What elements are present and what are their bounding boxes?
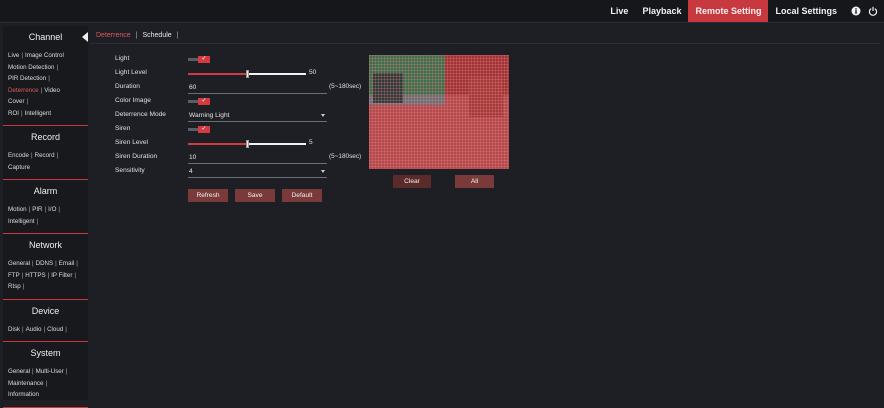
sidebar-item-audio[interactable]: Audio bbox=[26, 326, 42, 333]
sidebar-item-general[interactable]: General bbox=[8, 260, 30, 267]
light-level-slider[interactable] bbox=[188, 70, 306, 78]
sidebar-item-ftp[interactable]: FTP bbox=[8, 272, 20, 279]
sidebar-item-email[interactable]: Email bbox=[59, 260, 74, 267]
color-image-row: Color Image ✓ bbox=[115, 96, 375, 108]
brand-logo bbox=[4, 4, 22, 16]
sidebar-item-record[interactable]: Record bbox=[35, 152, 55, 159]
siren-level-value: 5 bbox=[309, 139, 313, 146]
sidebar: Channel Live | Image Control Motion Detect… bbox=[3, 26, 88, 408]
power-icon[interactable] bbox=[867, 6, 878, 17]
deterrence-mode-row: Deterrence Mode Warning Light bbox=[115, 110, 375, 122]
siren-level-slider[interactable] bbox=[188, 140, 306, 148]
tab-underline bbox=[90, 43, 880, 44]
nav-local-settings[interactable]: Local Settings bbox=[768, 0, 844, 22]
camera-preview[interactable] bbox=[369, 55, 509, 169]
sidebar-item-capture[interactable]: Capture bbox=[8, 164, 30, 171]
duration-row: Duration 60 (5~180sec) bbox=[115, 82, 375, 94]
sidebar-item-rtsp[interactable]: Rtsp bbox=[8, 283, 21, 290]
light-toggle[interactable]: ✓ bbox=[188, 56, 210, 63]
slider-handle[interactable] bbox=[245, 140, 249, 148]
sidebar-channel-items: Live | Image Control Motion Detection | PIR… bbox=[8, 52, 64, 117]
siren-level-row: Siren Level 5 bbox=[115, 138, 375, 150]
refresh-button[interactable]: Refresh bbox=[188, 189, 228, 202]
sidebar-item-encode[interactable]: Encode bbox=[8, 152, 29, 159]
nav-remote-setting[interactable]: Remote Setting bbox=[688, 0, 769, 22]
siren-label: Siren bbox=[115, 125, 131, 132]
color-image-toggle[interactable]: ✓ bbox=[188, 98, 210, 105]
divider bbox=[3, 406, 88, 408]
info-icon[interactable] bbox=[850, 6, 861, 17]
clear-button[interactable]: Clear bbox=[393, 175, 431, 188]
siren-level-label: Siren Level bbox=[115, 139, 148, 146]
sidebar-item-information[interactable]: Information bbox=[8, 391, 39, 398]
sidebar-record-items: Encode | Record | Capture bbox=[8, 152, 59, 171]
sidebar-item-motion-detection[interactable]: Motion Detection bbox=[8, 64, 54, 71]
sidebar-item-ip-filter[interactable]: IP Filter bbox=[51, 272, 72, 279]
light-label: Light bbox=[115, 55, 130, 62]
chevron-down-icon bbox=[321, 170, 325, 173]
sidebar-item-roi[interactable]: ROI bbox=[8, 110, 19, 117]
sidebar-item-disk[interactable]: Disk bbox=[8, 326, 20, 333]
sidebar-alarm-items: Motion | PIR | I/O | Intelligent | bbox=[8, 206, 60, 225]
light-level-row: Light Level 50 bbox=[115, 68, 375, 80]
light-row: Light ✓ bbox=[115, 54, 375, 66]
light-level-value: 50 bbox=[309, 69, 317, 76]
default-button[interactable]: Default bbox=[282, 189, 322, 202]
siren-toggle[interactable]: ✓ bbox=[188, 126, 210, 133]
sidebar-device-items: Disk | Audio | Cloud | bbox=[8, 325, 67, 333]
sensitivity-row: Sensitivity 4 bbox=[115, 166, 375, 178]
nav-live[interactable]: Live bbox=[603, 0, 635, 22]
duration-label: Duration bbox=[115, 83, 140, 90]
sidebar-network-items: General | DDNS | Email | FTP | HTTPS | IP Filter |… bbox=[8, 260, 78, 290]
sidebar-section-network[interactable]: Network bbox=[3, 234, 88, 256]
chevron-down-icon bbox=[321, 114, 325, 117]
sidebar-item-live[interactable]: Live bbox=[8, 52, 19, 59]
sidebar-item-deterrence[interactable]: Deterrence bbox=[8, 87, 39, 94]
deterrence-mode-label: Deterrence Mode bbox=[115, 111, 166, 118]
tab-separator: | bbox=[135, 31, 138, 39]
deterrence-mode-select[interactable]: Warning Light bbox=[188, 110, 327, 122]
sidebar-section-channel[interactable]: Channel bbox=[3, 26, 88, 48]
duration-input[interactable]: 60 bbox=[188, 82, 327, 94]
sensitivity-label: Sensitivity bbox=[115, 167, 145, 174]
sidebar-item-cloud[interactable]: Cloud bbox=[47, 326, 63, 333]
sidebar-item-intelligent-alarm[interactable]: Intelligent bbox=[8, 218, 35, 225]
sidebar-section-record[interactable]: Record bbox=[3, 126, 88, 148]
sidebar-item-general-system[interactable]: General bbox=[8, 368, 30, 375]
siren-duration-row: Siren Duration 10 (5~180sec) bbox=[115, 152, 375, 164]
duration-range: (5~180sec) bbox=[329, 83, 362, 90]
siren-duration-label: Siren Duration bbox=[115, 153, 158, 160]
sidebar-item-pir[interactable]: PIR bbox=[32, 206, 42, 213]
sidebar-item-ddns[interactable]: DDNS bbox=[36, 260, 54, 267]
sidebar-item-io[interactable]: I/O bbox=[48, 206, 56, 213]
tab-separator: | bbox=[176, 31, 179, 39]
sidebar-item-intelligent[interactable]: Intelligent bbox=[25, 110, 52, 117]
top-bar: Live Playback Remote Setting Local Setti… bbox=[0, 0, 884, 23]
sensitivity-select[interactable]: 4 bbox=[188, 166, 327, 178]
save-button[interactable]: Save bbox=[235, 189, 275, 202]
top-navigation: Live Playback Remote Setting Local Setti… bbox=[603, 0, 878, 22]
settings-tabs: Deterrence | Schedule | bbox=[93, 29, 181, 41]
nav-playback[interactable]: Playback bbox=[635, 0, 688, 22]
siren-duration-input[interactable]: 10 bbox=[188, 152, 327, 164]
tab-deterrence[interactable]: Deterrence bbox=[93, 32, 134, 39]
sidebar-system-items: General | Multi-User | Maintenance | Informa… bbox=[8, 368, 68, 398]
sidebar-item-multi-user[interactable]: Multi-User bbox=[36, 368, 64, 375]
tab-schedule[interactable]: Schedule bbox=[139, 32, 174, 39]
sidebar-item-https[interactable]: HTTPS bbox=[25, 272, 45, 279]
sidebar-section-device[interactable]: Device bbox=[3, 300, 88, 322]
sidebar-item-motion[interactable]: Motion bbox=[8, 206, 27, 213]
light-level-label: Light Level bbox=[115, 69, 147, 76]
siren-row: Siren ✓ bbox=[115, 124, 375, 136]
siren-duration-range: (5~180sec) bbox=[329, 153, 362, 160]
area-grid[interactable] bbox=[369, 55, 509, 169]
slider-handle[interactable] bbox=[245, 70, 249, 78]
sidebar-item-pir-detection[interactable]: PIR Detection bbox=[8, 75, 46, 82]
sidebar-item-image-control[interactable]: Image Control bbox=[25, 52, 64, 59]
sidebar-section-alarm[interactable]: Alarm bbox=[3, 180, 88, 202]
all-button[interactable]: All bbox=[455, 175, 494, 188]
sidebar-item-maintenance[interactable]: Maintenance bbox=[8, 380, 43, 387]
sidebar-section-system[interactable]: System bbox=[3, 342, 88, 364]
color-image-label: Color Image bbox=[115, 97, 151, 104]
